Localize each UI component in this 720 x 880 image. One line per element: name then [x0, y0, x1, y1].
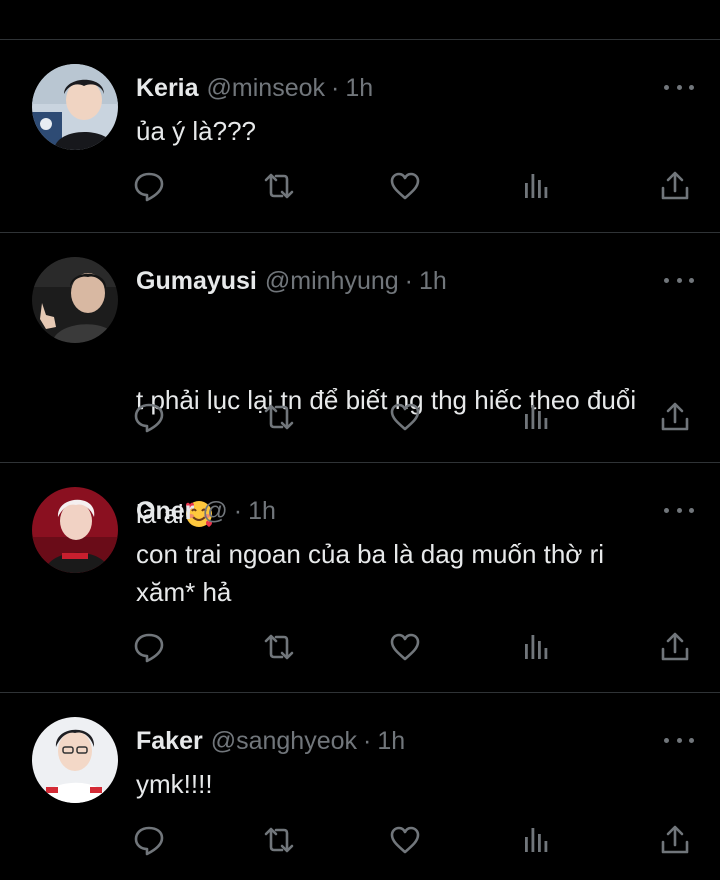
display-name[interactable]: Gumayusi — [136, 265, 257, 297]
tweet-actions — [0, 400, 720, 434]
views-icon[interactable] — [518, 169, 552, 203]
previous-tweet-action-icons — [0, 0, 720, 10]
share-icon[interactable] — [658, 169, 692, 203]
more-options-icon[interactable] — [664, 275, 694, 285]
more-options-icon[interactable] — [664, 735, 694, 745]
share-icon[interactable] — [658, 400, 692, 434]
user-handle[interactable]: @minhyung — [265, 265, 399, 297]
separator-dot: · — [233, 497, 243, 525]
timestamp[interactable]: 1h — [345, 72, 373, 104]
separator-dot: · — [363, 727, 372, 755]
divider — [0, 232, 720, 233]
previous-tweet-actions — [0, 0, 720, 10]
separator-dot: · — [331, 74, 340, 102]
retweet-icon[interactable] — [262, 630, 296, 664]
user-handle[interactable]: @sanghyeok — [211, 725, 357, 757]
more-options-icon[interactable] — [664, 82, 694, 92]
tweet-header: Faker @sanghyeok · 1h — [136, 725, 405, 757]
retweet-icon[interactable] — [262, 400, 296, 434]
oner-avatar[interactable] — [32, 487, 118, 573]
user-handle[interactable]: @ — [202, 495, 227, 527]
reply-icon[interactable] — [132, 823, 166, 857]
retweet-icon[interactable] — [262, 169, 296, 203]
timestamp[interactable]: 1h — [377, 725, 405, 757]
tweet-text: ymk!!!! — [136, 769, 213, 799]
tweet-header: Keria @minseok · 1h — [136, 72, 373, 104]
reply-icon[interactable] — [132, 169, 166, 203]
tweet-actions — [0, 630, 720, 664]
keria-avatar[interactable] — [32, 64, 118, 150]
views-icon[interactable] — [518, 630, 552, 664]
gumayusi-avatar[interactable] — [32, 257, 118, 343]
tweet-text: con trai ngoan của ba là dag muốn thờ ri… — [136, 539, 605, 607]
divider — [0, 39, 720, 40]
share-icon[interactable] — [658, 630, 692, 664]
divider — [0, 462, 720, 463]
divider — [0, 692, 720, 693]
display-name[interactable]: Oner — [136, 495, 194, 527]
reply-icon[interactable] — [132, 630, 166, 664]
timestamp[interactable]: 1h — [419, 265, 447, 297]
like-icon[interactable] — [388, 400, 422, 434]
display-name[interactable]: Keria — [136, 72, 199, 104]
faker-avatar[interactable] — [32, 717, 118, 803]
reply-icon[interactable] — [132, 400, 166, 434]
like-icon[interactable] — [388, 630, 422, 664]
timestamp[interactable]: 1h — [248, 495, 276, 527]
display-name[interactable]: Faker — [136, 725, 203, 757]
more-options-icon[interactable] — [664, 505, 694, 515]
tweet-header: Gumayusi @minhyung · 1h — [136, 265, 447, 297]
retweet-icon[interactable] — [262, 823, 296, 857]
like-icon[interactable] — [388, 823, 422, 857]
tweet-actions — [0, 823, 720, 857]
share-icon[interactable] — [658, 823, 692, 857]
like-icon[interactable] — [388, 169, 422, 203]
tweet-text: ủa ý là??? — [136, 116, 256, 146]
separator-dot: · — [404, 267, 413, 295]
tweet-actions — [0, 169, 720, 203]
views-icon[interactable] — [518, 400, 552, 434]
views-icon[interactable] — [518, 823, 552, 857]
user-handle[interactable]: @minseok — [207, 72, 325, 104]
tweet-header: Oner @ · 1h — [136, 495, 276, 527]
